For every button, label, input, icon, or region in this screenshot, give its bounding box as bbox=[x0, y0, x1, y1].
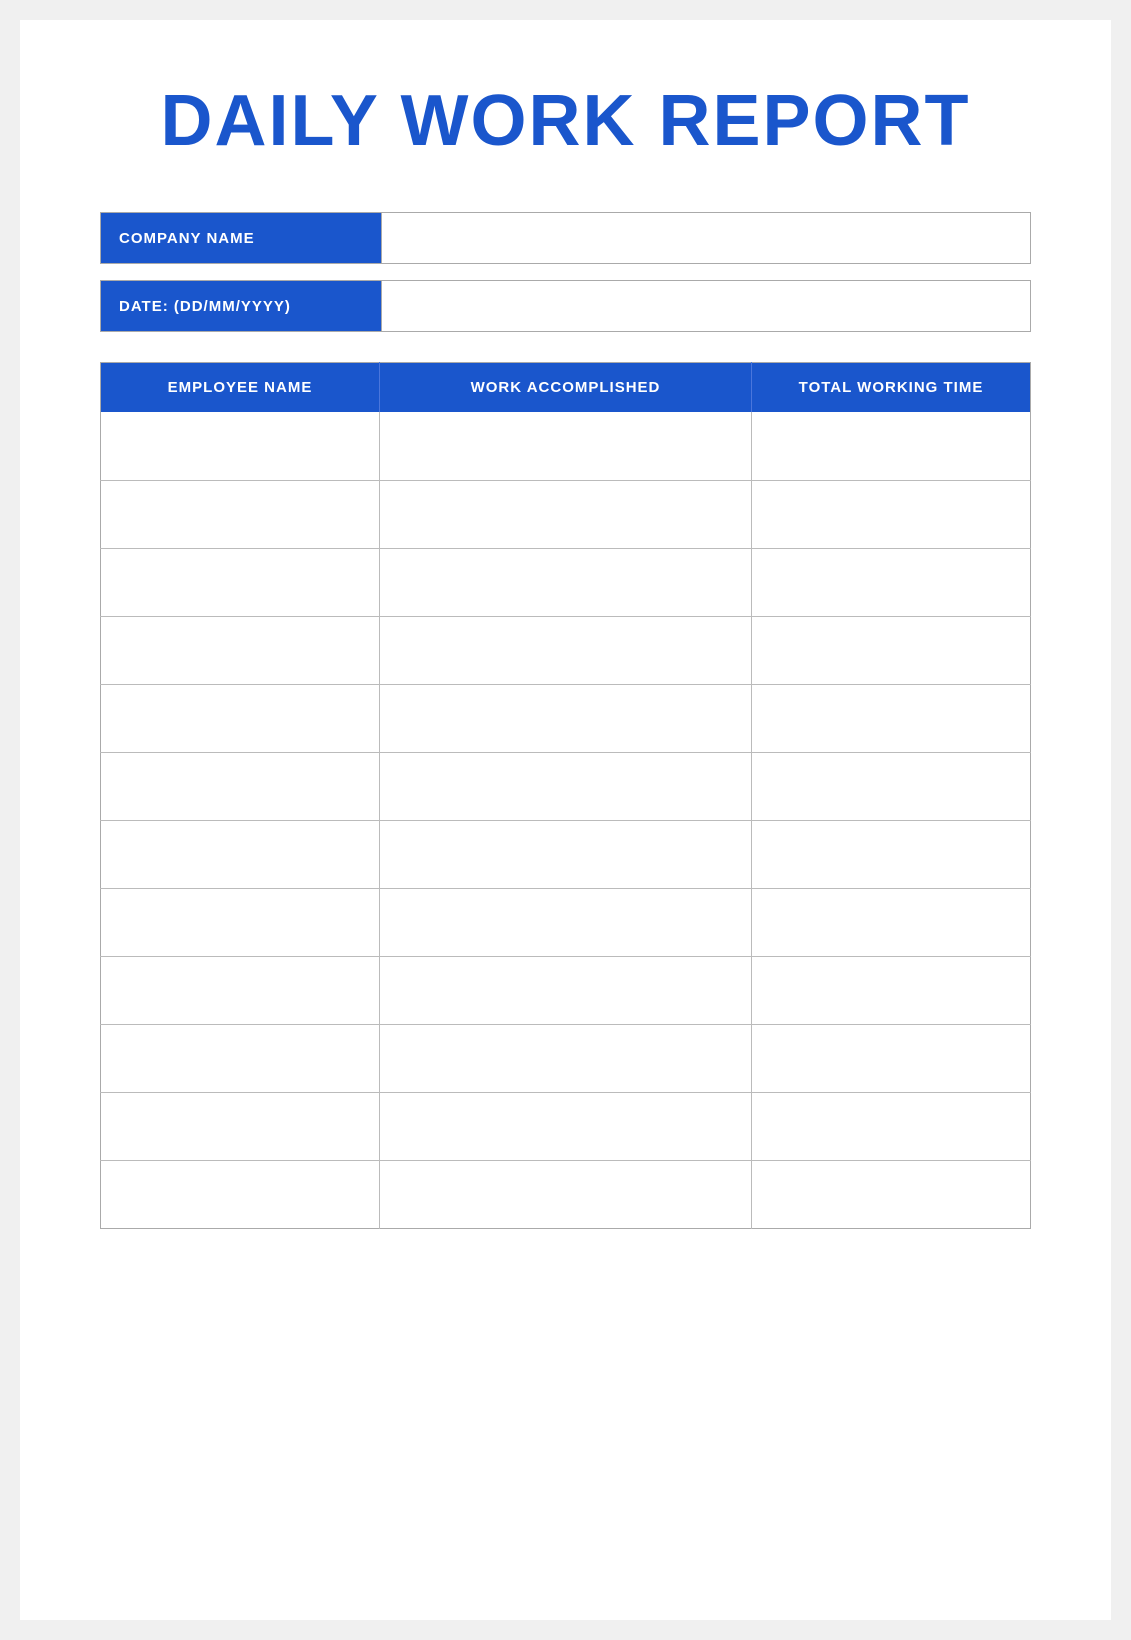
table-row bbox=[101, 548, 1031, 616]
table-row bbox=[101, 480, 1031, 548]
cell-employee[interactable] bbox=[101, 616, 380, 684]
cell-employee[interactable] bbox=[101, 684, 380, 752]
cell-work[interactable] bbox=[380, 752, 752, 820]
cell-time[interactable] bbox=[752, 752, 1031, 820]
cell-time[interactable] bbox=[752, 956, 1031, 1024]
cell-time[interactable] bbox=[752, 1160, 1031, 1228]
cell-work[interactable] bbox=[380, 1160, 752, 1228]
table-row bbox=[101, 956, 1031, 1024]
cell-employee[interactable] bbox=[101, 480, 380, 548]
header-work: WORK ACCOMPLISHED bbox=[380, 363, 752, 413]
header-time: TOTAL WORKING TIME bbox=[752, 363, 1031, 413]
cell-work[interactable] bbox=[380, 548, 752, 616]
cell-employee[interactable] bbox=[101, 820, 380, 888]
cell-work[interactable] bbox=[380, 412, 752, 480]
cell-time[interactable] bbox=[752, 548, 1031, 616]
table-row bbox=[101, 616, 1031, 684]
cell-work[interactable] bbox=[380, 888, 752, 956]
company-label: COMPANY NAME bbox=[101, 213, 381, 263]
cell-work[interactable] bbox=[380, 684, 752, 752]
cell-work[interactable] bbox=[380, 1092, 752, 1160]
info-section: COMPANY NAME DATE: (DD/MM/YYYY) bbox=[100, 212, 1031, 332]
company-value[interactable] bbox=[381, 213, 1030, 263]
table-row bbox=[101, 1160, 1031, 1228]
cell-employee[interactable] bbox=[101, 752, 380, 820]
cell-time[interactable] bbox=[752, 1092, 1031, 1160]
cell-work[interactable] bbox=[380, 480, 752, 548]
cell-employee[interactable] bbox=[101, 888, 380, 956]
cell-time[interactable] bbox=[752, 480, 1031, 548]
cell-employee[interactable] bbox=[101, 412, 380, 480]
table-row bbox=[101, 752, 1031, 820]
table-body bbox=[101, 412, 1031, 1228]
cell-work[interactable] bbox=[380, 820, 752, 888]
table-row bbox=[101, 412, 1031, 480]
table-header-row: EMPLOYEE NAME WORK ACCOMPLISHED TOTAL WO… bbox=[101, 363, 1031, 413]
company-row: COMPANY NAME bbox=[100, 212, 1031, 264]
page: DAILY WORK REPORT COMPANY NAME DATE: (DD… bbox=[20, 20, 1111, 1620]
report-table: EMPLOYEE NAME WORK ACCOMPLISHED TOTAL WO… bbox=[100, 362, 1031, 1229]
cell-time[interactable] bbox=[752, 1024, 1031, 1092]
table-row bbox=[101, 888, 1031, 956]
date-row: DATE: (DD/MM/YYYY) bbox=[100, 280, 1031, 332]
cell-employee[interactable] bbox=[101, 1092, 380, 1160]
cell-work[interactable] bbox=[380, 1024, 752, 1092]
cell-work[interactable] bbox=[380, 616, 752, 684]
cell-time[interactable] bbox=[752, 820, 1031, 888]
table-row bbox=[101, 1024, 1031, 1092]
cell-employee[interactable] bbox=[101, 956, 380, 1024]
cell-time[interactable] bbox=[752, 616, 1031, 684]
header-employee: EMPLOYEE NAME bbox=[101, 363, 380, 413]
table-row bbox=[101, 820, 1031, 888]
table-row bbox=[101, 1092, 1031, 1160]
table-row bbox=[101, 684, 1031, 752]
page-title: DAILY WORK REPORT bbox=[100, 80, 1031, 162]
cell-time[interactable] bbox=[752, 888, 1031, 956]
cell-employee[interactable] bbox=[101, 1024, 380, 1092]
cell-employee[interactable] bbox=[101, 1160, 380, 1228]
cell-time[interactable] bbox=[752, 412, 1031, 480]
table-section: EMPLOYEE NAME WORK ACCOMPLISHED TOTAL WO… bbox=[100, 362, 1031, 1229]
cell-time[interactable] bbox=[752, 684, 1031, 752]
cell-work[interactable] bbox=[380, 956, 752, 1024]
cell-employee[interactable] bbox=[101, 548, 380, 616]
date-label: DATE: (DD/MM/YYYY) bbox=[101, 281, 381, 331]
date-value[interactable] bbox=[381, 281, 1030, 331]
